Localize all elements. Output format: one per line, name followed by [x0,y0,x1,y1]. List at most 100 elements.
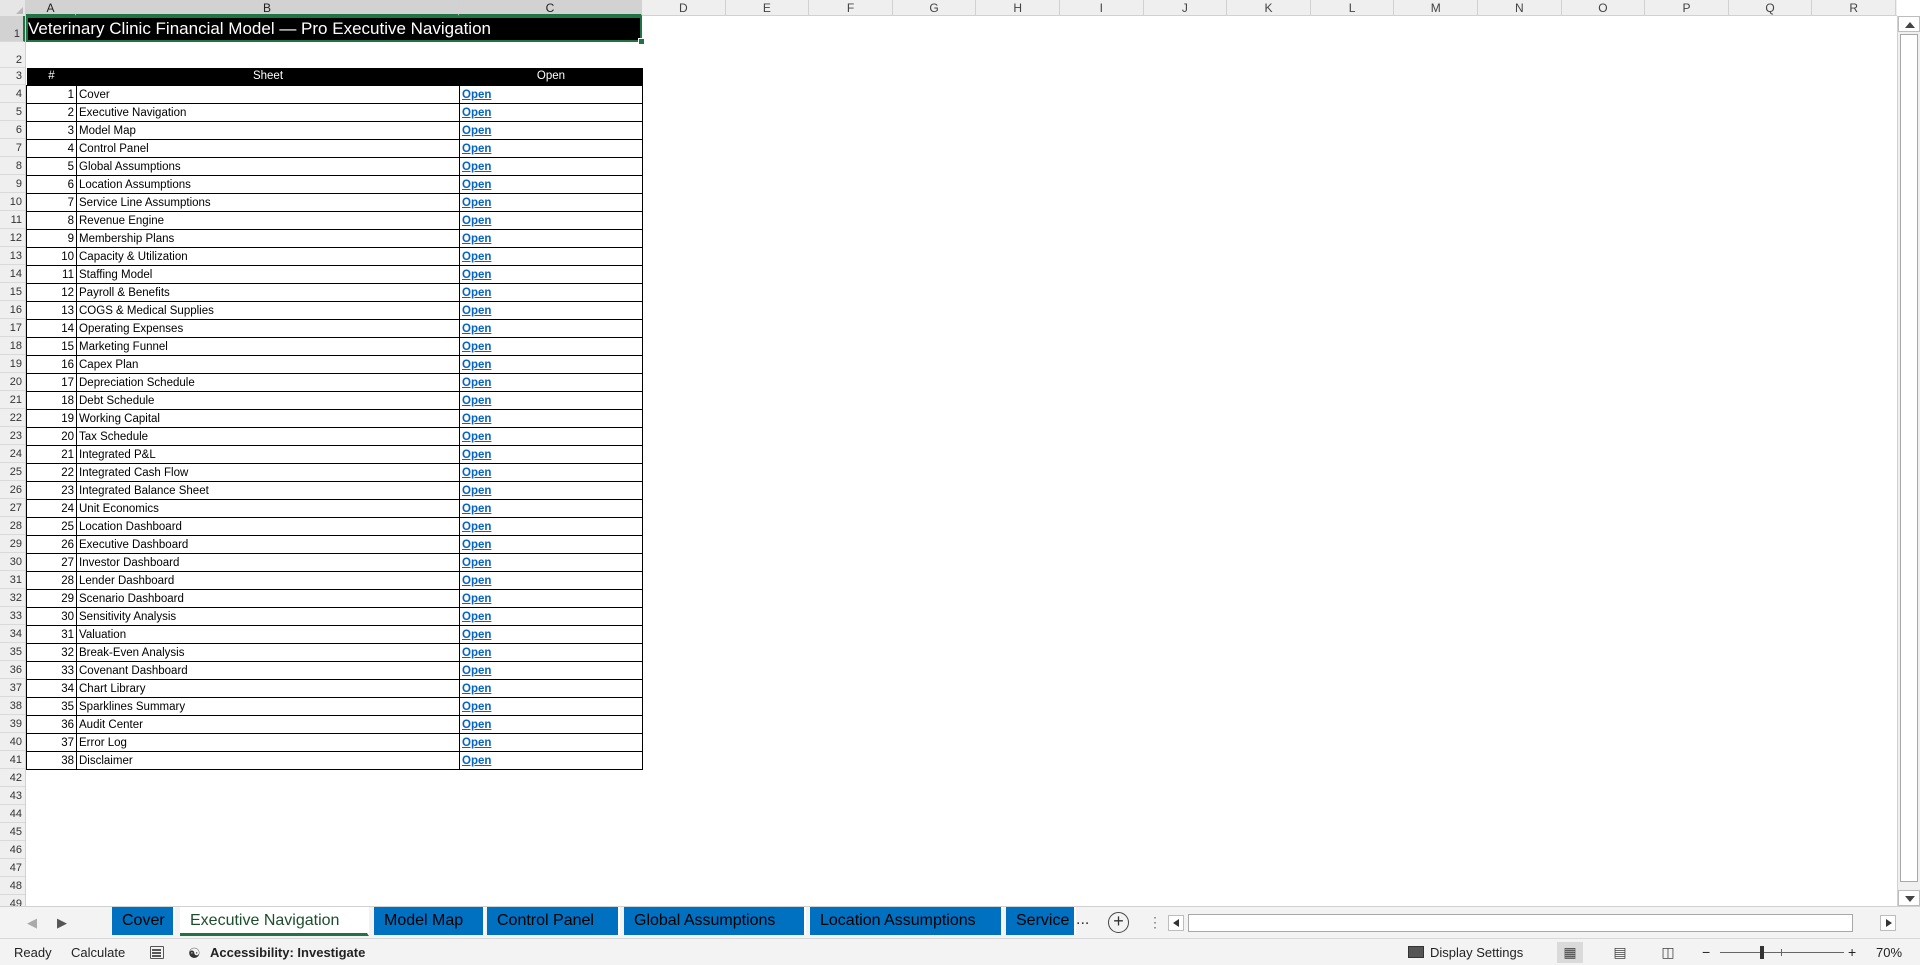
row-number[interactable]: 30 [26,607,77,626]
column-header[interactable]: J [1144,0,1228,16]
row-header[interactable]: 17 [0,319,25,337]
sheet-name[interactable]: Service Line Assumptions [76,193,460,212]
row-number[interactable]: 29 [26,589,77,608]
open-link[interactable]: Open [459,463,643,482]
sheet-name[interactable]: Depreciation Schedule [76,373,460,392]
next-sheet-icon[interactable]: ▶ [52,913,72,933]
select-all-button[interactable] [0,0,26,16]
sheet-name[interactable]: Working Capital [76,409,460,428]
row-number[interactable]: 2 [26,103,77,122]
open-link[interactable]: Open [459,427,643,446]
sheet-name[interactable]: Membership Plans [76,229,460,248]
row-number[interactable]: 36 [26,715,77,734]
sheet-name[interactable]: Location Assumptions [76,175,460,194]
row-header[interactable]: 36 [0,661,25,679]
sheet-name[interactable]: Revenue Engine [76,211,460,230]
row-header[interactable]: 32 [0,589,25,607]
open-link[interactable]: Open [459,481,643,500]
sheet-tab[interactable]: Executive Navigation [180,907,369,936]
row-number[interactable]: 23 [26,481,77,500]
row-number[interactable]: 9 [26,229,77,248]
open-link[interactable]: Open [459,697,643,716]
open-link[interactable]: Open [459,211,643,230]
open-link[interactable]: Open [459,715,643,734]
row-header[interactable]: 2 [0,42,25,68]
row-header[interactable]: 15 [0,283,25,301]
horizontal-scroll-thumb[interactable] [1188,914,1853,932]
scroll-up-button[interactable] [1898,16,1920,32]
open-link[interactable]: Open [459,319,643,338]
column-header[interactable]: M [1394,0,1478,16]
sheet-name[interactable]: Error Log [76,733,460,752]
row-number[interactable]: 24 [26,499,77,518]
sheet-name[interactable]: Capex Plan [76,355,460,374]
column-header[interactable]: C [459,0,642,16]
sheet-name[interactable]: Chart Library [76,679,460,698]
zoom-out-button[interactable]: − [1702,939,1710,965]
sheet-name[interactable]: Model Map [76,121,460,140]
sheet-name[interactable]: Integrated P&L [76,445,460,464]
row-number[interactable]: 25 [26,517,77,536]
row-number[interactable]: 7 [26,193,77,212]
row-header[interactable]: 47 [0,859,25,877]
row-number[interactable]: 37 [26,733,77,752]
row-header[interactable]: 12 [0,229,25,247]
row-number[interactable]: 10 [26,247,77,266]
row-number[interactable]: 20 [26,427,77,446]
open-link[interactable]: Open [459,751,643,770]
row-header[interactable]: 16 [0,301,25,319]
row-number[interactable]: 8 [26,211,77,230]
sheet-name[interactable]: Control Panel [76,139,460,158]
row-number[interactable]: 3 [26,121,77,140]
column-header[interactable]: G [893,0,977,16]
tab-splitter-icon[interactable]: ⋮ [1148,913,1162,931]
open-link[interactable]: Open [459,337,643,356]
column-header[interactable]: L [1311,0,1395,16]
row-number[interactable]: 28 [26,571,77,590]
column-header[interactable]: K [1227,0,1311,16]
row-header[interactable]: 43 [0,787,25,805]
row-number[interactable]: 21 [26,445,77,464]
column-header[interactable]: O [1562,0,1646,16]
open-link[interactable]: Open [459,229,643,248]
row-number[interactable]: 27 [26,553,77,572]
row-number[interactable]: 33 [26,661,77,680]
column-header[interactable]: Q [1729,0,1813,16]
zoom-slider[interactable] [1720,952,1844,953]
sheet-name[interactable]: Executive Navigation [76,103,460,122]
open-link[interactable]: Open [459,121,643,140]
sheet-name[interactable]: Break-Even Analysis [76,643,460,662]
row-header[interactable]: 45 [0,823,25,841]
page-break-preview-icon[interactable]: ◫ [1655,942,1681,963]
row-number[interactable]: 19 [26,409,77,428]
sheet-name[interactable]: Executive Dashboard [76,535,460,554]
row-header[interactable]: 10 [0,193,25,211]
row-header[interactable]: 33 [0,607,25,625]
zoom-slider-thumb[interactable] [1760,946,1764,959]
row-header[interactable]: 37 [0,679,25,697]
row-number[interactable]: 16 [26,355,77,374]
horizontal-scrollbar[interactable] [1168,913,1896,933]
sheet-name[interactable]: Audit Center [76,715,460,734]
row-number[interactable]: 6 [26,175,77,194]
row-header[interactable]: 41 [0,751,25,769]
column-header[interactable]: E [726,0,810,16]
sheet-name[interactable]: Marketing Funnel [76,337,460,356]
row-header[interactable]: 13 [0,247,25,265]
row-header[interactable]: 1 [0,16,25,42]
row-number[interactable]: 18 [26,391,77,410]
sheet-name[interactable]: Cover [76,85,460,104]
row-header[interactable]: 39 [0,715,25,733]
row-header[interactable]: 8 [0,157,25,175]
vertical-scrollbar[interactable] [1897,16,1920,906]
sheet-name[interactable]: Location Dashboard [76,517,460,536]
title-cell[interactable]: Veterinary Clinic Financial Model — Pro … [26,16,645,45]
row-header[interactable]: 4 [0,85,25,103]
row-header[interactable]: 35 [0,643,25,661]
row-header[interactable]: 14 [0,265,25,283]
sheet-name[interactable]: Integrated Cash Flow [76,463,460,482]
sheet-name[interactable]: Covenant Dashboard [76,661,460,680]
more-sheets-button[interactable]: ... [1076,911,1089,929]
sheet-name[interactable]: Scenario Dashboard [76,589,460,608]
sheet-tab[interactable]: Control Panel [487,907,620,935]
